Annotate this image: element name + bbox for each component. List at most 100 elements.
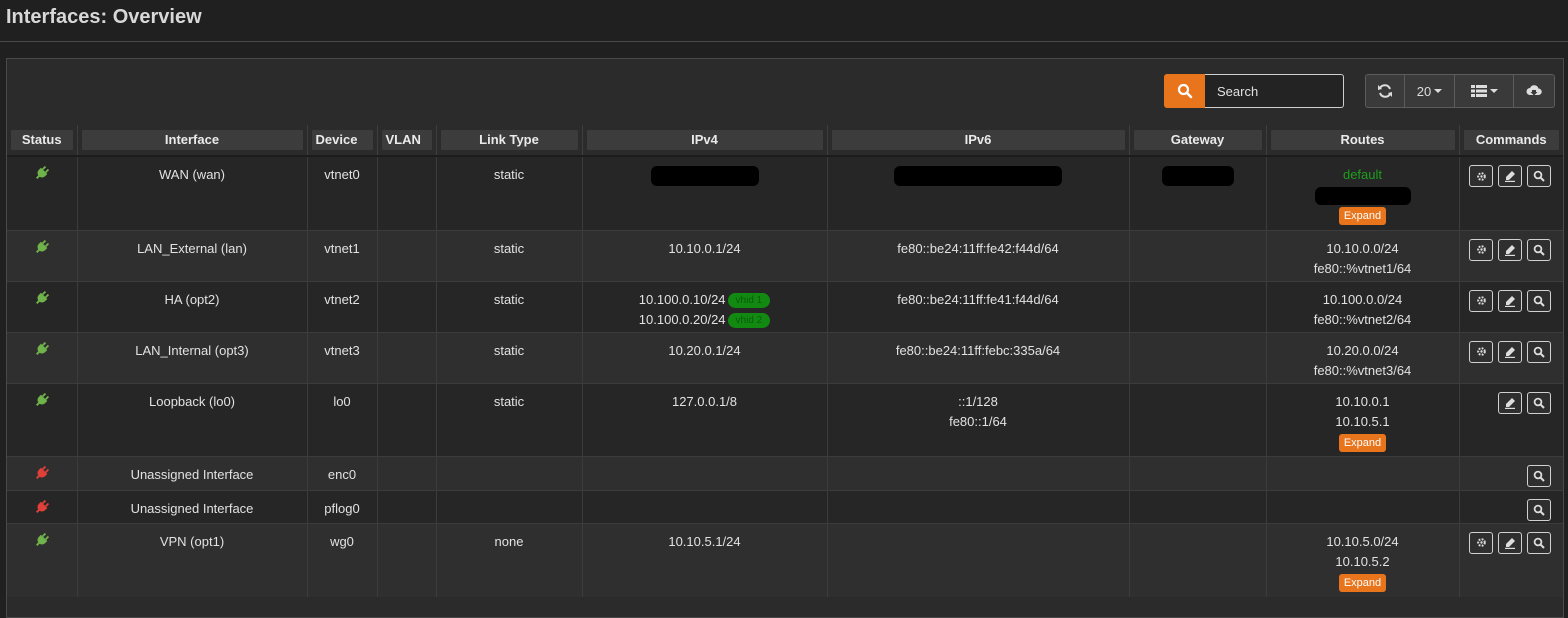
settings-button[interactable] [1469, 340, 1493, 363]
columns-dropdown[interactable] [1454, 74, 1514, 108]
search-icon [1533, 244, 1545, 256]
expand-routes-button[interactable]: Expand [1338, 207, 1387, 225]
column-header[interactable]: Device [306, 125, 377, 157]
table-row[interactable]: LAN_Internal (opt3) vtnet3 static 10.20.… [7, 331, 1563, 383]
ipv6-cell: fe80::be24:11ff:fe42:f44d/64 [826, 229, 1129, 281]
table-row[interactable]: Loopback (lo0) lo0 static 127.0.0.1/8 ::… [7, 382, 1563, 456]
inspect-button[interactable] [1527, 391, 1551, 414]
column-header[interactable]: Gateway [1128, 125, 1266, 157]
route-entry: 10.10.5.0/24 [1326, 533, 1399, 549]
plug-icon [34, 499, 50, 521]
settings-button[interactable] [1469, 165, 1493, 187]
redacted-block [1161, 165, 1234, 186]
page-size-dropdown[interactable]: 20 [1404, 74, 1455, 108]
ipv4-address: 10.10.5.1/24 [668, 533, 741, 549]
routes-cell: 10.100.0.0/24 fe80::%vtnet2/64 [1265, 280, 1459, 332]
redacted-block [650, 165, 759, 186]
expand-routes-button[interactable]: Expand [1338, 573, 1387, 592]
refresh-button[interactable] [1365, 74, 1405, 108]
interface-cell: VPN (opt1) [76, 522, 307, 597]
settings-button[interactable] [1469, 531, 1493, 554]
routes-cell: 10.10.0.1 10.10.5.1 Expand [1265, 382, 1459, 456]
ipv4-address: 10.10.0.1/24 [668, 240, 741, 256]
interface-cell: LAN_Internal (opt3) [76, 331, 307, 383]
inspect-button[interactable] [1527, 498, 1551, 521]
inspect-button[interactable] [1527, 165, 1551, 187]
inspect-button[interactable] [1527, 531, 1551, 554]
column-header[interactable]: IPv6 [826, 125, 1129, 157]
table-row[interactable]: WAN (wan) vtnet0 static default Expand [7, 155, 1563, 230]
search-icon [1533, 537, 1545, 549]
routes-cell: 10.20.0.0/24fe80::%vtnet3/64 [1265, 331, 1459, 383]
route-entry: fe80::%vtnet3/64 [1313, 362, 1412, 378]
ipv6-cell [826, 489, 1129, 523]
route-entry: 10.10.5.2 [1335, 553, 1390, 569]
gateway-cell [1128, 331, 1266, 383]
gear-icon [1476, 537, 1487, 548]
page-title: Interfaces: Overview [6, 6, 202, 28]
interface-cell: WAN (wan) [76, 155, 307, 230]
interfaces-panel: 20 [6, 58, 1564, 618]
status-cell [7, 280, 77, 332]
inspect-button[interactable] [1527, 340, 1551, 363]
gear-icon [1476, 346, 1487, 357]
settings-button[interactable] [1469, 238, 1493, 261]
gateway-cell [1128, 522, 1266, 597]
link-type-cell: none [435, 522, 582, 597]
commands-cell [1458, 155, 1563, 230]
column-header[interactable]: Link Type [435, 125, 582, 157]
vlan-cell [376, 229, 436, 281]
inspect-button[interactable] [1527, 464, 1551, 487]
reload-button[interactable] [1498, 531, 1522, 554]
column-header[interactable]: Interface [76, 125, 307, 157]
plug-icon [34, 465, 50, 487]
reload-button[interactable] [1498, 165, 1522, 187]
search-icon [1533, 470, 1545, 482]
table-row[interactable]: HA (opt2) vtnet2 static 10.100.0.10/24 vh… [7, 280, 1563, 332]
plug-icon [34, 532, 50, 554]
column-header[interactable]: IPv4 [581, 125, 827, 157]
eraser-icon [1504, 170, 1516, 182]
table-row[interactable]: LAN_External (lan) vtnet1 static 10.10.0… [7, 229, 1563, 281]
inspect-button[interactable] [1527, 238, 1551, 261]
device-cell: wg0 [306, 522, 377, 597]
inspect-button[interactable] [1527, 289, 1551, 312]
reload-button[interactable] [1498, 289, 1522, 312]
search-button[interactable] [1164, 74, 1205, 108]
route-entry: 10.10.0.0/24 [1326, 240, 1399, 256]
search-icon [1533, 295, 1545, 307]
settings-button[interactable] [1469, 289, 1493, 312]
ipv4-cell [581, 155, 827, 230]
reload-button[interactable] [1498, 391, 1522, 414]
column-header[interactable]: Commands [1458, 125, 1563, 157]
table-row[interactable]: VPN (opt1) wg0 none 10.10.5.1/24 10.10.5… [7, 522, 1563, 597]
reload-button[interactable] [1498, 340, 1522, 363]
column-header[interactable]: Routes [1265, 125, 1459, 157]
route-entry: 10.20.0.0/24 [1326, 342, 1399, 358]
column-header[interactable]: Status [7, 125, 77, 157]
commands-cell [1458, 522, 1563, 597]
redacted-block [1314, 186, 1411, 205]
eraser-icon [1504, 295, 1516, 307]
column-header[interactable]: VLAN [376, 125, 436, 157]
vhid-badge: vhid 1 [727, 292, 771, 308]
eraser-icon [1504, 346, 1516, 358]
device-cell: pflog0 [306, 489, 377, 523]
ipv4-address: 10.100.0.20/24 [638, 311, 726, 327]
search-input[interactable] [1205, 74, 1344, 108]
table-row[interactable]: Unassigned Interface enc0 [7, 455, 1563, 490]
export-button[interactable] [1513, 74, 1555, 108]
interface-cell: Unassigned Interface [76, 455, 307, 490]
gateway-cell [1128, 280, 1266, 332]
grid-toolbar: 20 [7, 59, 1563, 125]
routes-cell [1265, 455, 1459, 490]
ipv6-cell [826, 522, 1129, 597]
link-type-cell [435, 489, 582, 523]
table-row[interactable]: Unassigned Interface pflog0 [7, 489, 1563, 523]
expand-routes-button[interactable]: Expand [1338, 433, 1387, 452]
eraser-icon [1504, 537, 1516, 549]
vlan-cell [376, 489, 436, 523]
reload-button[interactable] [1498, 238, 1522, 261]
link-type-cell: static [435, 331, 582, 383]
ipv6-cell: fe80::be24:11ff:fe41:f44d/64 [826, 280, 1129, 332]
